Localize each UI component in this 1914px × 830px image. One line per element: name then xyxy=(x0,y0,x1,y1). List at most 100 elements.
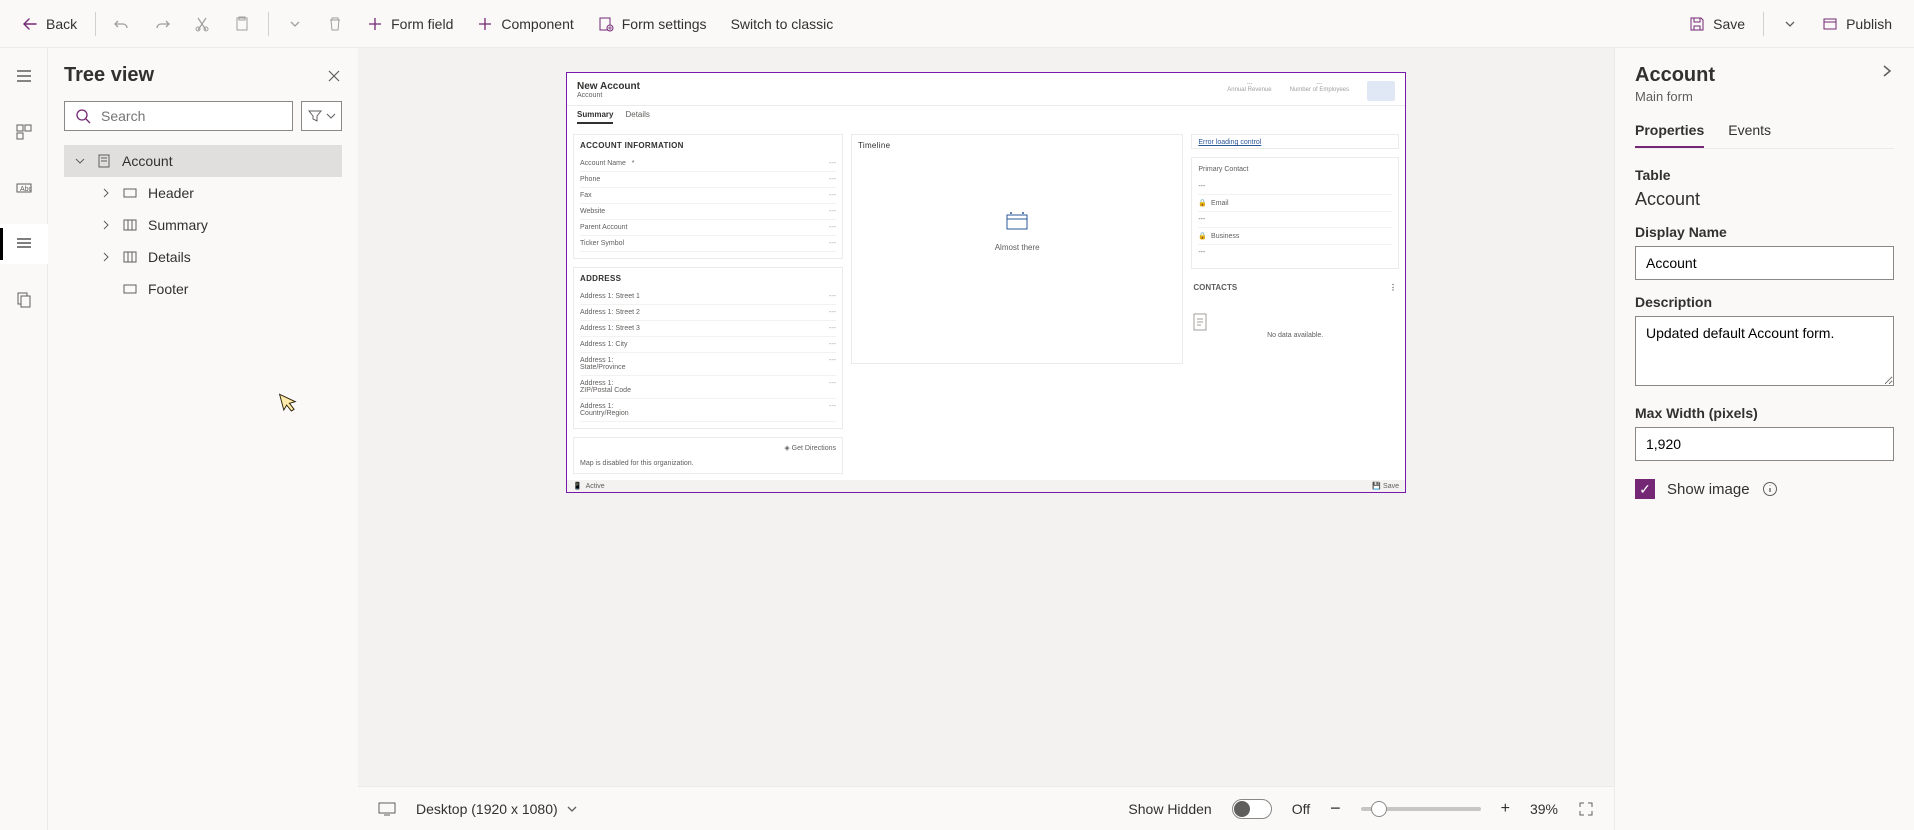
label-max-width: Max Width (pixels) xyxy=(1635,405,1894,421)
canvas-status-bar: Desktop (1920 x 1080) Show Hidden Off − … xyxy=(358,786,1614,830)
back-arrow-icon xyxy=(22,16,38,32)
tab-icon xyxy=(122,217,138,233)
device-selector[interactable]: Desktop (1920 x 1080) xyxy=(416,801,578,817)
preview-section-map[interactable]: ◈ Get Directions Map is disabled for thi… xyxy=(573,437,843,474)
more-icon: ⋮ xyxy=(1389,283,1397,292)
canvas-area: New Account Account ---Annual Revenue --… xyxy=(358,48,1614,830)
rail-components[interactable] xyxy=(0,112,48,152)
tree-node-details[interactable]: Details xyxy=(64,241,342,273)
fit-to-screen-button[interactable] xyxy=(1578,801,1594,817)
info-icon[interactable] xyxy=(1762,481,1778,497)
switch-classic-label: Switch to classic xyxy=(731,16,834,32)
tree-node-header[interactable]: Header xyxy=(64,177,342,209)
form-settings-button[interactable]: Form settings xyxy=(588,10,717,38)
tree-node-label: Header xyxy=(148,185,194,201)
tree-search-box[interactable] xyxy=(64,101,293,131)
svg-text:Abc: Abc xyxy=(20,186,33,193)
cut-button[interactable] xyxy=(184,10,220,38)
preview-tab-summary[interactable]: Summary xyxy=(577,110,613,124)
paste-icon xyxy=(234,16,250,32)
tree-node-footer[interactable]: Footer xyxy=(64,273,342,305)
tree-node-label: Account xyxy=(122,153,173,169)
property-title: Account xyxy=(1635,64,1715,87)
redo-button[interactable] xyxy=(144,10,180,38)
cut-icon xyxy=(194,16,210,32)
input-display-name[interactable] xyxy=(1635,246,1894,280)
label-show-image: Show image xyxy=(1667,481,1750,498)
preview-tab-details[interactable]: Details xyxy=(625,110,649,124)
tree-filter-button[interactable] xyxy=(301,101,342,131)
undo-button[interactable] xyxy=(104,10,140,38)
plus-icon xyxy=(477,16,493,32)
preview-section-address[interactable]: ADDRESS Address 1: Street 1--- Address 1… xyxy=(573,267,843,429)
preview-footer: 📱 Active 💾 Save xyxy=(567,480,1405,492)
checkbox-show-image[interactable]: ✓ xyxy=(1635,479,1655,499)
chevron-down-icon xyxy=(287,16,303,32)
delete-button[interactable] xyxy=(317,10,353,38)
paste-chevron[interactable] xyxy=(277,10,313,38)
device-icon xyxy=(378,802,396,816)
tree-node-summary[interactable]: Summary xyxy=(64,209,342,241)
rail-tree-view[interactable] xyxy=(0,224,48,264)
zoom-slider[interactable] xyxy=(1361,807,1481,811)
filter-icon xyxy=(308,109,322,123)
left-rail: Abc xyxy=(0,48,48,830)
separator xyxy=(268,12,269,36)
tree-search-input[interactable] xyxy=(101,108,282,124)
collapse-pane-button[interactable] xyxy=(1880,64,1894,78)
rail-hamburger[interactable] xyxy=(0,56,48,96)
switch-classic-button[interactable]: Switch to classic xyxy=(721,10,844,38)
tree-node-label: Summary xyxy=(148,217,208,233)
footer-icon xyxy=(122,281,138,297)
publish-icon xyxy=(1822,16,1838,32)
tab-events[interactable]: Events xyxy=(1728,122,1771,148)
tab-properties[interactable]: Properties xyxy=(1635,122,1704,148)
zoom-value: 39% xyxy=(1530,801,1558,817)
delete-icon xyxy=(327,16,343,32)
zoom-in-button[interactable]: + xyxy=(1501,800,1510,818)
preview-contacts-section[interactable]: CONTACTS⋮ No data available. xyxy=(1191,277,1399,353)
zoom-out-button[interactable]: − xyxy=(1330,798,1341,819)
preview-record-image xyxy=(1367,81,1395,101)
redo-icon xyxy=(154,16,170,32)
cursor-icon xyxy=(277,388,303,416)
lock-icon: 🔒 xyxy=(1198,199,1207,207)
input-description[interactable] xyxy=(1635,316,1894,386)
add-component-button[interactable]: Component xyxy=(467,10,583,38)
preview-header-stats: ---Annual Revenue ---Number of Employees xyxy=(1227,81,1395,101)
close-tree-button[interactable] xyxy=(326,68,342,84)
timeline-icon xyxy=(1003,211,1031,233)
save-chevron[interactable] xyxy=(1772,10,1808,38)
preview-quick-view[interactable]: Primary Contact --- 🔒Email --- 🔒Business… xyxy=(1191,157,1399,269)
show-hidden-toggle[interactable] xyxy=(1232,799,1272,819)
form-preview[interactable]: New Account Account ---Annual Revenue --… xyxy=(566,72,1406,493)
publish-button[interactable]: Publish xyxy=(1812,10,1902,38)
chevron-right-icon xyxy=(100,188,112,198)
publish-label: Publish xyxy=(1846,16,1892,32)
rail-library[interactable] xyxy=(0,280,48,320)
chevron-down-icon xyxy=(566,803,578,815)
add-form-field-button[interactable]: Form field xyxy=(357,10,463,38)
chevron-down-icon xyxy=(326,111,336,121)
label-display-name: Display Name xyxy=(1635,224,1894,240)
tree-node-account[interactable]: Account xyxy=(64,145,342,177)
tree-node-label: Details xyxy=(148,249,191,265)
rail-fields[interactable]: Abc xyxy=(0,168,48,208)
preview-title: New Account xyxy=(577,81,640,92)
plus-icon xyxy=(367,16,383,32)
preview-section-account-info[interactable]: ACCOUNT INFORMATION Account Name *--- Ph… xyxy=(573,134,843,259)
back-button[interactable]: Back xyxy=(12,10,87,38)
preview-section-timeline[interactable]: Timeline Almost there xyxy=(851,134,1183,364)
paste-button[interactable] xyxy=(224,10,260,38)
save-icon xyxy=(1689,16,1705,32)
input-max-width[interactable] xyxy=(1635,427,1894,461)
separator xyxy=(95,12,96,36)
preview-error-card[interactable]: Error loading control xyxy=(1191,134,1399,149)
undo-icon xyxy=(114,16,130,32)
form-field-label: Form field xyxy=(391,16,453,32)
chevron-down-icon xyxy=(1782,16,1798,32)
chevron-right-icon xyxy=(100,220,112,230)
tree-view-panel: Tree view Account He xyxy=(48,48,358,830)
toggle-off-label: Off xyxy=(1292,801,1310,817)
save-button[interactable]: Save xyxy=(1679,10,1755,38)
